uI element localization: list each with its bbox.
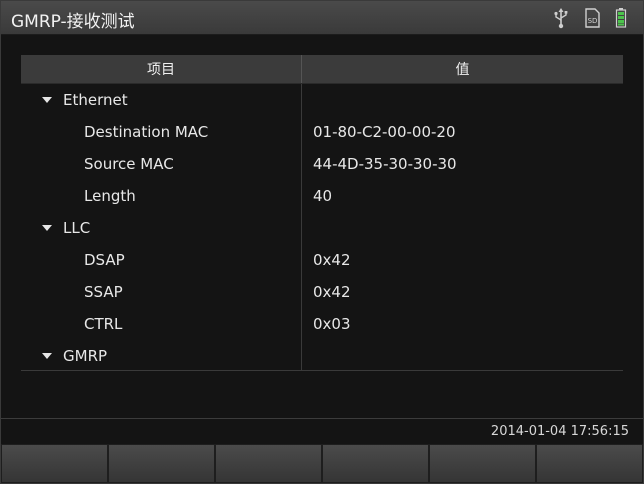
usb-icon <box>553 7 569 29</box>
window-title: GMRP-接收测试 <box>11 12 135 32</box>
softkey-5[interactable] <box>429 444 536 483</box>
expand-caret-icon[interactable] <box>42 353 52 359</box>
softkey-4[interactable] <box>322 444 429 483</box>
field-name: LLC <box>63 219 91 237</box>
tree-group-ethernet[interactable]: Ethernet <box>21 84 623 116</box>
title-bar: GMRP-接收测试 SD <box>1 1 643 35</box>
screen: GMRP-接收测试 SD 项目 值 Ethernet Destination M… <box>0 0 644 484</box>
field-name: GMRP <box>63 347 108 365</box>
field-name: DSAP <box>84 251 125 269</box>
battery-icon <box>615 7 627 29</box>
field-value: 01-80-C2-00-00-20 <box>313 123 456 141</box>
table-body: Ethernet Destination MAC 01-80-C2-00-00-… <box>21 84 623 371</box>
table-row[interactable]: Destination MAC 01-80-C2-00-00-20 <box>21 116 623 148</box>
column-header-item: 项目 <box>21 55 302 83</box>
expand-caret-icon[interactable] <box>42 225 52 231</box>
tree-group-gmrp[interactable]: GMRP <box>21 340 623 372</box>
field-value: 0x42 <box>313 251 351 269</box>
field-name: SSAP <box>84 283 123 301</box>
field-value: 0x42 <box>313 283 351 301</box>
table-row[interactable]: Source MAC 44-4D-35-30-30-30 <box>21 148 623 180</box>
packet-table: 项目 值 Ethernet Destination MAC 01-80-C2-0… <box>21 55 623 371</box>
expand-caret-icon[interactable] <box>42 97 52 103</box>
table-row[interactable]: SSAP 0x42 <box>21 276 623 308</box>
svg-text:SD: SD <box>588 17 598 25</box>
field-value: 44-4D-35-30-30-30 <box>313 155 457 173</box>
status-divider <box>1 418 643 419</box>
table-row[interactable]: CTRL 0x03 <box>21 308 623 340</box>
softkey-2[interactable] <box>108 444 215 483</box>
column-header-value: 值 <box>455 62 470 78</box>
table-row[interactable]: DSAP 0x42 <box>21 244 623 276</box>
field-name: Destination MAC <box>84 123 209 141</box>
softkey-6[interactable] <box>536 444 643 483</box>
table-row[interactable]: Length 40 <box>21 180 623 212</box>
field-name: Source MAC <box>84 155 174 173</box>
field-name: Ethernet <box>63 91 128 109</box>
field-name: CTRL <box>84 315 123 333</box>
datetime-display: 2014-01-04 17:56:15 <box>490 424 629 439</box>
tree-group-llc[interactable]: LLC <box>21 212 623 244</box>
softkey-1[interactable] <box>1 444 108 483</box>
field-value: 40 <box>313 187 333 205</box>
field-name: Length <box>84 187 136 205</box>
softkey-bar <box>1 444 643 483</box>
table-header: 项目 值 <box>21 55 623 84</box>
sd-card-icon: SD <box>583 7 601 29</box>
field-value: 0x03 <box>313 315 351 333</box>
softkey-3[interactable] <box>215 444 322 483</box>
status-icons: SD <box>553 7 627 29</box>
